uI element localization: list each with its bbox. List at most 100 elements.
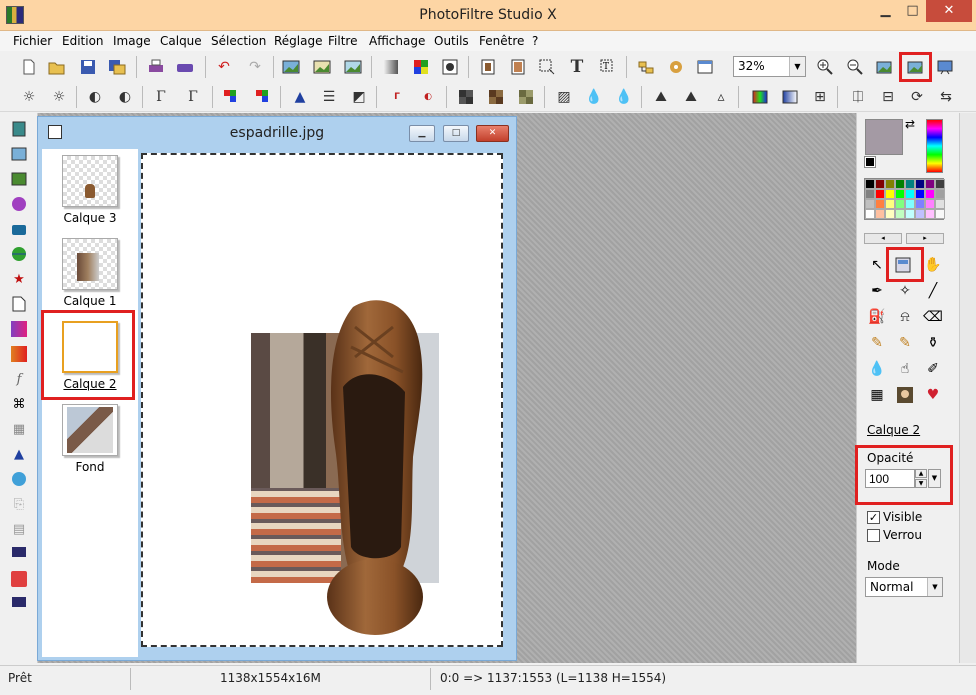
palette-swatch[interactable] — [915, 209, 925, 219]
doc-maximize-button[interactable]: □ — [443, 125, 469, 142]
layer-item[interactable]: Fond — [42, 398, 138, 478]
doc-close-button[interactable]: ✕ — [476, 125, 509, 142]
globe-icon[interactable] — [9, 244, 29, 264]
magic-wand-icon[interactable]: ✧ — [895, 281, 915, 301]
saturation-minus-icon[interactable] — [220, 86, 242, 108]
palette-swatch[interactable] — [905, 179, 915, 189]
zoom-out-icon[interactable] — [844, 56, 866, 78]
select-resize-icon[interactable] — [536, 56, 558, 78]
palette-swatch[interactable] — [935, 179, 945, 189]
copy-image-icon[interactable] — [280, 56, 302, 78]
gamma-minus-icon[interactable]: Γ — [150, 86, 172, 108]
brush-icon[interactable]: ✎ — [867, 333, 887, 353]
lock-checkbox[interactable] — [867, 529, 880, 542]
palette-swatch[interactable] — [885, 179, 895, 189]
font-icon[interactable] — [9, 569, 29, 589]
explorer-icon[interactable] — [635, 56, 657, 78]
palette-swatch[interactable] — [935, 189, 945, 199]
camera-icon[interactable] — [9, 219, 29, 239]
eyedropper-icon[interactable]: ✒ — [867, 281, 887, 301]
grayscale-icon[interactable] — [380, 56, 402, 78]
opacity-input[interactable] — [865, 469, 915, 488]
menu-outils[interactable]: Outils — [434, 34, 469, 48]
brightness-minus-icon[interactable]: ☼ — [18, 86, 40, 108]
smudge-icon[interactable]: ☝ — [895, 359, 915, 379]
palette-swatch[interactable] — [925, 179, 935, 189]
menu-selection[interactable]: Sélection — [211, 34, 266, 48]
palette-swatch[interactable] — [885, 189, 895, 199]
page-icon[interactable]: ⎅ — [847, 86, 869, 108]
print-icon[interactable] — [145, 56, 167, 78]
palette-swatch[interactable] — [905, 189, 915, 199]
swap-colors-icon[interactable]: ⇄ — [905, 117, 915, 131]
calculator-icon[interactable] — [9, 119, 29, 139]
doc-minimize-button[interactable]: ▁ — [409, 125, 435, 142]
menu-fichier[interactable]: Fichier — [13, 34, 52, 48]
text-select-icon[interactable]: T — [597, 56, 619, 78]
automate-icon[interactable] — [439, 56, 461, 78]
resize-icon[interactable] — [507, 56, 529, 78]
paint-icon[interactable]: ✐ — [923, 359, 943, 379]
line-icon[interactable]: ╱ — [923, 281, 943, 301]
pixelate-icon[interactable] — [485, 86, 507, 108]
text-tool-icon[interactable]: T — [566, 56, 588, 78]
layer-item[interactable]: Calque 1 — [42, 232, 138, 312]
advanced-brush-icon[interactable]: ✎ — [895, 333, 915, 353]
save-2000-icon[interactable] — [9, 544, 29, 564]
gamma-plus-icon[interactable]: Γ — [182, 86, 204, 108]
levels-icon[interactable]: ☰ — [318, 86, 340, 108]
undo-icon[interactable]: ↶ — [213, 56, 235, 78]
opacity-dropdown-button[interactable]: ▼ — [928, 469, 941, 488]
mosaic-icon[interactable] — [455, 86, 477, 108]
color-palette[interactable] — [864, 178, 945, 220]
palette-swatch[interactable] — [905, 209, 915, 219]
palette-swatch[interactable] — [865, 199, 875, 209]
sphere-icon[interactable] — [9, 194, 29, 214]
paste-image-icon[interactable] — [311, 56, 333, 78]
histogram-icon[interactable]: ▲ — [289, 86, 311, 108]
gradient-icon[interactable] — [749, 86, 771, 108]
background-color-swatch[interactable] — [864, 156, 876, 168]
menu-image[interactable]: Image — [113, 34, 151, 48]
palette-swatch[interactable] — [915, 189, 925, 199]
grid-icon[interactable]: ⊞ — [809, 86, 831, 108]
palette-swatch[interactable] — [875, 209, 885, 219]
eraser-icon[interactable]: ⌫ — [923, 307, 943, 327]
plugin-icon[interactable] — [665, 56, 687, 78]
document-icon[interactable] — [9, 294, 29, 314]
palette-swatch[interactable] — [925, 199, 935, 209]
color-bars-icon[interactable] — [9, 344, 29, 364]
fade-icon[interactable] — [779, 86, 801, 108]
scan-icon[interactable] — [174, 56, 196, 78]
visible-checkbox[interactable]: ✓ — [867, 511, 880, 524]
palette-swatch[interactable] — [895, 209, 905, 219]
menu-edition[interactable]: Edition — [62, 34, 104, 48]
colors-icon[interactable] — [410, 56, 432, 78]
palette-swatch[interactable] — [865, 209, 875, 219]
circle-blue-icon[interactable] — [9, 469, 29, 489]
zoom-in-icon[interactable] — [814, 56, 836, 78]
frame-icon[interactable] — [9, 169, 29, 189]
function-icon[interactable]: f — [9, 369, 29, 389]
blend-mode-select[interactable]: Normal ▼ — [865, 577, 943, 597]
mirror-icon[interactable]: ⛰ — [650, 86, 672, 108]
portrait-icon[interactable] — [895, 385, 915, 405]
palette-swatch[interactable] — [925, 209, 935, 219]
fill-bucket-icon[interactable]: ⛽ — [867, 307, 887, 327]
palette-swatch[interactable] — [915, 199, 925, 209]
palette-next-button[interactable]: ▸ — [906, 233, 944, 244]
close-button[interactable]: ✕ — [926, 0, 972, 22]
menu-filtre[interactable]: Filtre — [328, 34, 357, 48]
invert-icon[interactable]: ◩ — [348, 86, 370, 108]
sharpen-icon[interactable]: 💧 — [613, 86, 635, 108]
minimize-button[interactable]: ▁ — [872, 0, 899, 22]
palette-swatch[interactable] — [875, 179, 885, 189]
palette-swatch[interactable] — [925, 189, 935, 199]
clover-icon[interactable]: ⌘ — [9, 394, 29, 414]
stamp-icon[interactable]: ⚱ — [923, 333, 943, 353]
menu-fenetre[interactable]: Fenêtre — [479, 34, 524, 48]
redo-icon[interactable]: ↷ — [244, 56, 266, 78]
texture-icon[interactable] — [515, 86, 537, 108]
save-icon[interactable] — [77, 56, 99, 78]
saturation-plus-icon[interactable] — [252, 86, 274, 108]
